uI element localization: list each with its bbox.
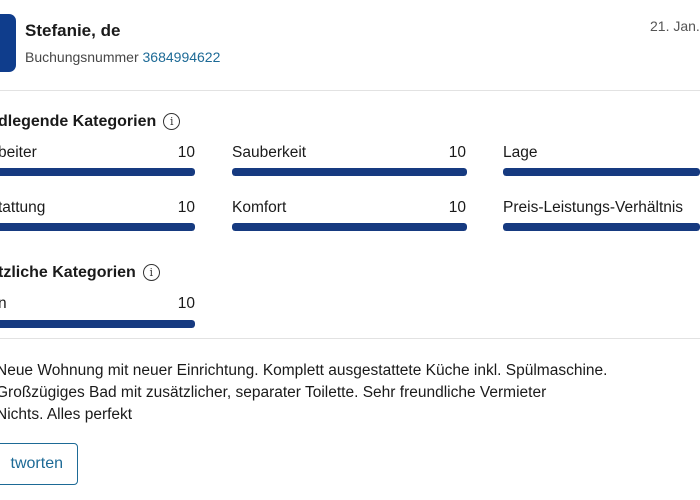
- review-positive-line-2: Großzügiges Bad mit zusätzlicher, separa…: [0, 384, 547, 401]
- extra-categories-title-text: tzliche Kategorien: [0, 264, 136, 281]
- category-label: n: [0, 295, 7, 312]
- category-bar: [503, 168, 700, 176]
- review-date: 21. Jan.: [650, 18, 700, 34]
- extra-categories-title: tzliche Kategorien i: [0, 264, 160, 282]
- category-score: 10: [448, 199, 466, 216]
- basic-categories-title-text: dlegende Kategorien: [0, 113, 157, 130]
- avatar: [0, 14, 16, 72]
- info-icon[interactable]: i: [163, 113, 181, 130]
- category-bar-fill: [503, 168, 700, 176]
- category-label: tattung: [0, 199, 46, 216]
- reply-button[interactable]: tworten: [0, 443, 78, 485]
- review-text: Neue Wohnung mit neuer Einrichtung. Komp…: [0, 360, 700, 426]
- category-bar-fill: [0, 168, 195, 176]
- category-label: Sauberkeit: [232, 144, 307, 161]
- booking-line: Buchungsnummer 3684994622: [25, 49, 220, 65]
- divider: [0, 338, 700, 339]
- category-score: 10: [177, 199, 195, 216]
- category-bar: [232, 223, 467, 231]
- category-label: Lage: [503, 144, 538, 161]
- review-card: Stefanie, de Buchungsnummer 3684994622 2…: [0, 0, 700, 500]
- category-label: beiter: [0, 144, 37, 161]
- category-label: Komfort: [232, 199, 287, 216]
- category-bar-fill: [232, 223, 467, 231]
- booking-number-link[interactable]: 3684994622: [143, 49, 221, 65]
- category-bar: [503, 223, 700, 231]
- category-bar-fill: [0, 320, 195, 328]
- category-bar-fill: [232, 168, 467, 176]
- review-positive-line-1: Neue Wohnung mit neuer Einrichtung. Komp…: [0, 362, 608, 379]
- guest-name: Stefanie, de: [25, 21, 121, 40]
- info-icon[interactable]: i: [142, 264, 160, 281]
- category-score: 10: [177, 144, 195, 161]
- category-bar-fill: [0, 223, 195, 231]
- category-label: Preis-Leistungs-Verhältnis: [503, 199, 684, 216]
- category-bar: [232, 168, 467, 176]
- booking-label: Buchungsnummer: [25, 49, 139, 65]
- review-negative-line: Nichts. Alles perfekt: [0, 406, 133, 423]
- category-score: 10: [177, 295, 195, 312]
- category-bar: [0, 223, 195, 231]
- category-bar: [0, 168, 195, 176]
- category-bar-fill: [503, 223, 700, 231]
- basic-categories-title: dlegende Kategorien i: [0, 113, 181, 131]
- category-bar: [0, 320, 195, 328]
- category-score: 10: [448, 144, 466, 161]
- divider: [0, 90, 700, 91]
